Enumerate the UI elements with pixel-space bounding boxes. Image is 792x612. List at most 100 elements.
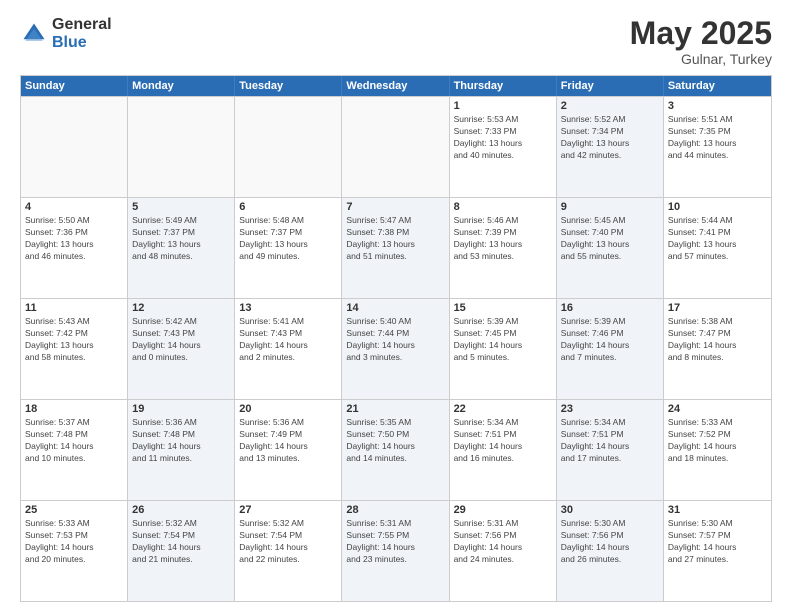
cal-cell-w3-d4: 14 Sunrise: 5:40 AM Sunset: 7:44 PM Dayli… xyxy=(342,299,449,399)
page: General Blue May 2025 Gulnar, Turkey Sun… xyxy=(0,0,792,612)
title-location: Gulnar, Turkey xyxy=(630,51,772,67)
cal-cell-w5-d3: 27 Sunrise: 5:32 AM Sunset: 7:54 PM Dayli… xyxy=(235,501,342,601)
day-info: Sunrise: 5:30 AM Sunset: 7:56 PM Dayligh… xyxy=(561,518,659,566)
cal-cell-w4-d3: 20 Sunrise: 5:36 AM Sunset: 7:49 PM Dayli… xyxy=(235,400,342,500)
day-number: 17 xyxy=(668,302,767,314)
logo-blue-text: Blue xyxy=(52,34,112,52)
cal-cell-w5-d2: 26 Sunrise: 5:32 AM Sunset: 7:54 PM Dayli… xyxy=(128,501,235,601)
day-number: 9 xyxy=(561,201,659,213)
day-info: Sunrise: 5:30 AM Sunset: 7:57 PM Dayligh… xyxy=(668,518,767,566)
day-number: 1 xyxy=(454,100,552,112)
day-number: 19 xyxy=(132,403,230,415)
day-info: Sunrise: 5:41 AM Sunset: 7:43 PM Dayligh… xyxy=(239,316,337,364)
day-info: Sunrise: 5:40 AM Sunset: 7:44 PM Dayligh… xyxy=(346,316,444,364)
cal-week-2: 4Sunrise: 5:50 AM Sunset: 7:36 PM Daylig… xyxy=(21,197,771,298)
day-number: 23 xyxy=(561,403,659,415)
cal-cell-w1-d5: 1 Sunrise: 5:53 AM Sunset: 7:33 PM Daylig… xyxy=(450,97,557,197)
day-number: 26 xyxy=(132,504,230,516)
day-info: Sunrise: 5:33 AM Sunset: 7:53 PM Dayligh… xyxy=(25,518,123,566)
day-number: 4 xyxy=(25,201,123,213)
day-number: 22 xyxy=(454,403,552,415)
day-info: Sunrise: 5:34 AM Sunset: 7:51 PM Dayligh… xyxy=(454,417,552,465)
cal-cell-w2-d4: 7Sunrise: 5:47 AM Sunset: 7:38 PM Daylig… xyxy=(342,198,449,298)
day-info: Sunrise: 5:51 AM Sunset: 7:35 PM Dayligh… xyxy=(668,114,767,162)
cal-cell-w5-d1: 25 Sunrise: 5:33 AM Sunset: 7:53 PM Dayli… xyxy=(21,501,128,601)
day-info: Sunrise: 5:43 AM Sunset: 7:42 PM Dayligh… xyxy=(25,316,123,364)
cal-cell-w1-d3 xyxy=(235,97,342,197)
cal-cell-w3-d3: 13Sunrise: 5:41 AM Sunset: 7:43 PM Dayli… xyxy=(235,299,342,399)
cal-cell-w2-d5: 8 Sunrise: 5:46 AM Sunset: 7:39 PM Daylig… xyxy=(450,198,557,298)
day-number: 30 xyxy=(561,504,659,516)
logo-text: General Blue xyxy=(52,16,112,51)
cal-week-5: 25 Sunrise: 5:33 AM Sunset: 7:53 PM Dayli… xyxy=(21,500,771,601)
day-number: 27 xyxy=(239,504,337,516)
day-number: 18 xyxy=(25,403,123,415)
day-info: Sunrise: 5:52 AM Sunset: 7:34 PM Dayligh… xyxy=(561,114,659,162)
cal-cell-w1-d1 xyxy=(21,97,128,197)
day-info: Sunrise: 5:36 AM Sunset: 7:48 PM Dayligh… xyxy=(132,417,230,465)
cal-week-1: 1 Sunrise: 5:53 AM Sunset: 7:33 PM Daylig… xyxy=(21,96,771,197)
day-number: 20 xyxy=(239,403,337,415)
day-info: Sunrise: 5:35 AM Sunset: 7:50 PM Dayligh… xyxy=(346,417,444,465)
header-tuesday: Tuesday xyxy=(235,76,342,96)
cal-cell-w3-d1: 11Sunrise: 5:43 AM Sunset: 7:42 PM Dayli… xyxy=(21,299,128,399)
calendar-body: 1 Sunrise: 5:53 AM Sunset: 7:33 PM Daylig… xyxy=(21,96,771,601)
header-thursday: Thursday xyxy=(450,76,557,96)
title-block: May 2025 Gulnar, Turkey xyxy=(630,16,772,67)
day-info: Sunrise: 5:48 AM Sunset: 7:37 PM Dayligh… xyxy=(239,215,337,263)
day-number: 6 xyxy=(239,201,337,213)
logo-general-text: General xyxy=(52,16,112,34)
day-info: Sunrise: 5:36 AM Sunset: 7:49 PM Dayligh… xyxy=(239,417,337,465)
header-wednesday: Wednesday xyxy=(342,76,449,96)
day-info: Sunrise: 5:46 AM Sunset: 7:39 PM Dayligh… xyxy=(454,215,552,263)
day-info: Sunrise: 5:31 AM Sunset: 7:55 PM Dayligh… xyxy=(346,518,444,566)
day-info: Sunrise: 5:53 AM Sunset: 7:33 PM Dayligh… xyxy=(454,114,552,162)
day-info: Sunrise: 5:34 AM Sunset: 7:51 PM Dayligh… xyxy=(561,417,659,465)
cal-cell-w4-d1: 18 Sunrise: 5:37 AM Sunset: 7:48 PM Dayli… xyxy=(21,400,128,500)
day-number: 7 xyxy=(346,201,444,213)
day-number: 8 xyxy=(454,201,552,213)
cal-cell-w2-d7: 10 Sunrise: 5:44 AM Sunset: 7:41 PM Dayli… xyxy=(664,198,771,298)
cal-cell-w5-d7: 31Sunrise: 5:30 AM Sunset: 7:57 PM Dayli… xyxy=(664,501,771,601)
day-info: Sunrise: 5:42 AM Sunset: 7:43 PM Dayligh… xyxy=(132,316,230,364)
day-number: 14 xyxy=(346,302,444,314)
header-friday: Friday xyxy=(557,76,664,96)
cal-cell-w4-d5: 22 Sunrise: 5:34 AM Sunset: 7:51 PM Dayli… xyxy=(450,400,557,500)
day-info: Sunrise: 5:39 AM Sunset: 7:46 PM Dayligh… xyxy=(561,316,659,364)
header: General Blue May 2025 Gulnar, Turkey xyxy=(20,16,772,67)
cal-cell-w4-d7: 24 Sunrise: 5:33 AM Sunset: 7:52 PM Dayli… xyxy=(664,400,771,500)
day-info: Sunrise: 5:31 AM Sunset: 7:56 PM Dayligh… xyxy=(454,518,552,566)
logo-icon xyxy=(20,20,48,48)
day-number: 29 xyxy=(454,504,552,516)
cal-cell-w2-d6: 9Sunrise: 5:45 AM Sunset: 7:40 PM Daylig… xyxy=(557,198,664,298)
cal-cell-w5-d4: 28 Sunrise: 5:31 AM Sunset: 7:55 PM Dayli… xyxy=(342,501,449,601)
day-number: 21 xyxy=(346,403,444,415)
day-number: 10 xyxy=(668,201,767,213)
day-number: 5 xyxy=(132,201,230,213)
day-info: Sunrise: 5:37 AM Sunset: 7:48 PM Dayligh… xyxy=(25,417,123,465)
cal-cell-w3-d6: 16 Sunrise: 5:39 AM Sunset: 7:46 PM Dayli… xyxy=(557,299,664,399)
cal-cell-w4-d2: 19 Sunrise: 5:36 AM Sunset: 7:48 PM Dayli… xyxy=(128,400,235,500)
day-info: Sunrise: 5:32 AM Sunset: 7:54 PM Dayligh… xyxy=(132,518,230,566)
day-number: 12 xyxy=(132,302,230,314)
cal-cell-w1-d7: 3 Sunrise: 5:51 AM Sunset: 7:35 PM Daylig… xyxy=(664,97,771,197)
day-info: Sunrise: 5:39 AM Sunset: 7:45 PM Dayligh… xyxy=(454,316,552,364)
cal-cell-w2-d3: 6 Sunrise: 5:48 AM Sunset: 7:37 PM Daylig… xyxy=(235,198,342,298)
day-number: 16 xyxy=(561,302,659,314)
day-number: 24 xyxy=(668,403,767,415)
title-month: May 2025 xyxy=(630,16,772,51)
header-saturday: Saturday xyxy=(664,76,771,96)
day-number: 25 xyxy=(25,504,123,516)
day-number: 3 xyxy=(668,100,767,112)
cal-cell-w5-d6: 30 Sunrise: 5:30 AM Sunset: 7:56 PM Dayli… xyxy=(557,501,664,601)
day-number: 2 xyxy=(561,100,659,112)
day-info: Sunrise: 5:32 AM Sunset: 7:54 PM Dayligh… xyxy=(239,518,337,566)
cal-week-4: 18 Sunrise: 5:37 AM Sunset: 7:48 PM Dayli… xyxy=(21,399,771,500)
cal-cell-w4-d6: 23 Sunrise: 5:34 AM Sunset: 7:51 PM Dayli… xyxy=(557,400,664,500)
logo: General Blue xyxy=(20,16,112,51)
day-info: Sunrise: 5:44 AM Sunset: 7:41 PM Dayligh… xyxy=(668,215,767,263)
calendar-header: Sunday Monday Tuesday Wednesday Thursday… xyxy=(21,76,771,96)
day-info: Sunrise: 5:33 AM Sunset: 7:52 PM Dayligh… xyxy=(668,417,767,465)
cal-cell-w1-d6: 2 Sunrise: 5:52 AM Sunset: 7:34 PM Daylig… xyxy=(557,97,664,197)
day-number: 28 xyxy=(346,504,444,516)
